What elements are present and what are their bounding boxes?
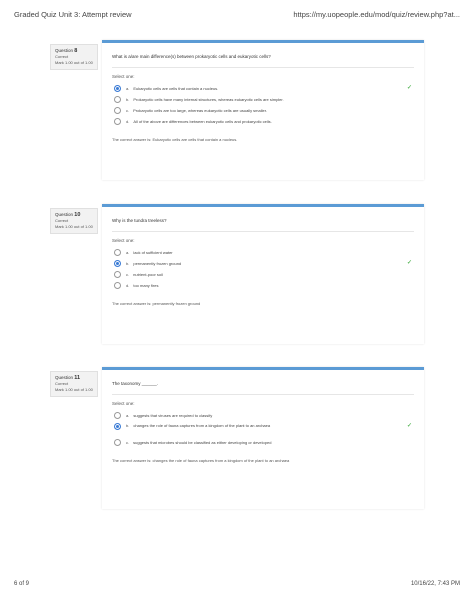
question-card-11: The taxonomy ______. Select one: a. sugg… — [102, 367, 424, 509]
question-mark: Mark 1.00 out of 1.00 — [55, 224, 93, 229]
question-info-11: Question 11 Correct Mark 1.00 out of 1.0… — [50, 371, 98, 397]
answer-option-b[interactable]: b. permanently frozen ground ✓ — [112, 258, 414, 269]
question-number: 8 — [74, 48, 78, 54]
question-number: 11 — [74, 375, 81, 381]
answer-option-d[interactable]: d. All of the above are differences betw… — [112, 116, 414, 127]
answer-option-c[interactable]: c. suggests that microbes should be clas… — [112, 437, 414, 448]
question-label: Question — [55, 48, 74, 53]
radio-button[interactable] — [114, 271, 121, 278]
radio-button[interactable] — [114, 85, 121, 92]
question-info-10: Question 10 Correct Mark 1.00 out of 1.0… — [50, 208, 98, 234]
page-number: 6 of 9 — [14, 581, 30, 587]
question-label: Question — [55, 212, 74, 217]
answer-option-b[interactable]: b. changes the role of fauna captures fr… — [112, 421, 414, 437]
radio-button[interactable] — [114, 439, 121, 446]
question-mark: Mark 1.00 out of 1.00 — [55, 60, 93, 65]
radio-button[interactable] — [114, 118, 121, 125]
question-card-8: What is a/are main difference(s) between… — [102, 40, 424, 180]
correct-check-icon: ✓ — [406, 260, 412, 266]
feedback-text: The correct answer is: permanently froze… — [112, 301, 201, 306]
question-mark: Mark 1.00 out of 1.00 — [55, 387, 93, 392]
correct-check-icon: ✓ — [406, 423, 412, 429]
divider — [112, 394, 414, 395]
question-number: 10 — [74, 212, 81, 218]
page-title: Graded Quiz Unit 3: Attempt review — [14, 10, 132, 19]
question-info-8: Question 8 Correct Mark 1.00 out of 1.00 — [50, 44, 98, 70]
answer-option-a[interactable]: a. Eukaryotic cells are cells that conta… — [112, 83, 414, 94]
answer-option-c[interactable]: c. Prokaryotic cells are too large, wher… — [112, 105, 414, 116]
print-datetime: 10/16/22, 7:43 PM — [410, 581, 460, 587]
answer-option-a[interactable]: a. lack of sufficient water — [112, 247, 414, 258]
correct-check-icon: ✓ — [406, 85, 412, 91]
select-label: Select one: — [112, 238, 135, 243]
select-label: Select one: — [112, 401, 135, 406]
radio-button[interactable] — [114, 107, 121, 114]
question-text: The taxonomy ______. — [112, 381, 159, 386]
radio-button[interactable] — [114, 249, 121, 256]
question-text: What is a/are main difference(s) between… — [112, 54, 271, 59]
divider — [112, 231, 414, 232]
feedback-text: The correct answer is: changes the role … — [112, 458, 290, 463]
radio-button[interactable] — [114, 282, 121, 289]
answer-option-c[interactable]: c. nutrient-poor soil — [112, 269, 414, 280]
divider — [112, 67, 414, 68]
select-label: Select one: — [112, 74, 135, 79]
radio-button[interactable] — [114, 260, 121, 267]
question-text: Why is the tundra treeless? — [112, 218, 167, 223]
radio-button[interactable] — [114, 412, 121, 419]
radio-button[interactable] — [114, 96, 121, 103]
question-label: Question — [55, 375, 74, 380]
answer-option-a[interactable]: a. suggests that viruses are required to… — [112, 410, 414, 421]
answer-option-b[interactable]: b. Prokaryotic cells have many internal … — [112, 94, 414, 105]
answer-option-d[interactable]: d. too many fires — [112, 280, 414, 291]
radio-button[interactable] — [114, 423, 121, 430]
feedback-text: The correct answer is: Eukaryotic cells … — [112, 137, 238, 142]
question-card-10: Why is the tundra treeless? Select one: … — [102, 204, 424, 344]
page-header: Graded Quiz Unit 3: Attempt review https… — [14, 10, 460, 24]
page-url: https://my.uopeople.edu/mod/quiz/review.… — [293, 10, 460, 19]
